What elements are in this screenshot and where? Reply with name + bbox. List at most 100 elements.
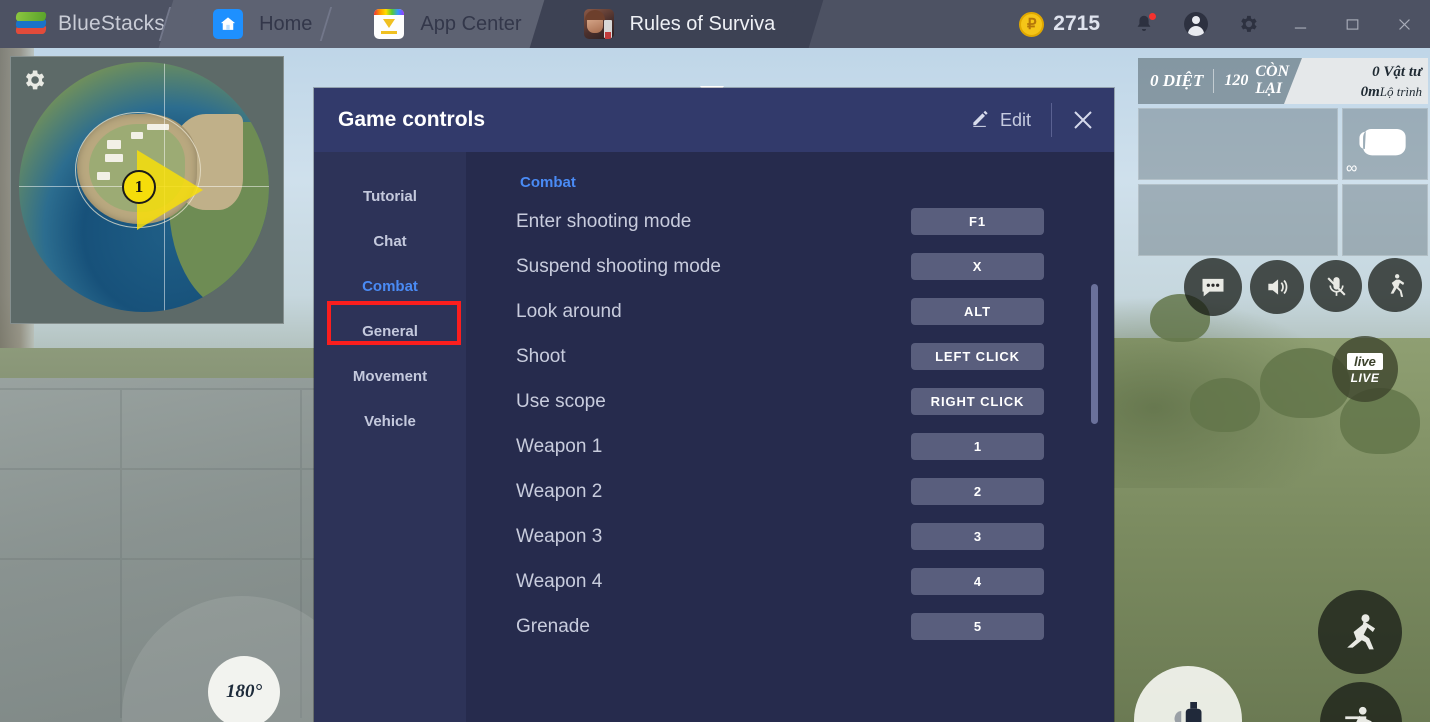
turn-180-label: 180° [225,681,263,702]
dialog-title: Game controls [338,108,486,131]
tab-app-center[interactable]: App Center [320,0,570,48]
grenade-slot[interactable] [1342,184,1428,256]
tab-label: Rules of Surviva [629,12,776,35]
control-label: Use scope [516,390,606,412]
minimap-building [131,132,143,139]
controls-list: Enter shooting mode F1 Suspend shooting m… [514,199,1114,649]
minimap-settings-gear-icon[interactable] [21,67,47,93]
scrollbar-thumb[interactable] [1091,284,1098,424]
rules-of-survival-icon [583,9,614,39]
weapon-slot-primary[interactable] [1138,108,1338,180]
hud-inventory-slots: ∞ [1138,108,1428,263]
keybind-button[interactable]: 4 [911,568,1044,595]
table-row[interactable]: Shoot LEFT CLICK [514,334,1114,379]
maximize-button[interactable] [1326,0,1378,48]
control-label: Weapon 1 [516,435,603,457]
notifications-bell-icon[interactable] [1118,0,1170,48]
control-label: Weapon 3 [516,525,603,547]
table-row[interactable]: Grenade 5 [514,604,1114,649]
minimap-disc: 1 [19,62,269,312]
jump-vault-icon[interactable] [1318,590,1402,674]
scrollbar-track[interactable] [1091,284,1098,644]
table-row[interactable]: Use scope RIGHT CLICK [514,379,1114,424]
sidebar-item-chat[interactable]: Chat [314,219,466,264]
pencil-edit-icon [970,108,990,133]
dialog-actions: Edit [960,88,1114,152]
tab-rules-of-survival[interactable]: Rules of Surviva [529,0,824,48]
minimap-player-marker: 1 [122,170,156,204]
keybind-button[interactable]: 1 [911,433,1044,460]
minimize-button[interactable] [1274,0,1326,48]
control-label: Suspend shooting mode [516,255,721,277]
hud-supply-info: 0 Vật tư 0mLộ trình [1282,62,1422,103]
sidebar-item-tutorial[interactable]: Tutorial [314,174,466,219]
sprint-runner-icon[interactable] [1368,258,1422,312]
keybind-button[interactable]: F1 [911,208,1044,235]
hud-remaining-count: 120 [1224,71,1249,89]
speaker-volume-icon[interactable] [1250,260,1304,314]
brand-label: BlueStacks [58,12,166,35]
keybind-button[interactable]: 3 [911,523,1044,550]
close-icon [1074,111,1092,129]
sidebar-label: Chat [373,233,407,250]
table-row[interactable]: Weapon 2 2 [514,469,1114,514]
keybind-button[interactable]: ALT [911,298,1044,325]
keybind-button[interactable]: RIGHT CLICK [911,388,1044,415]
table-row[interactable]: Weapon 1 1 [514,424,1114,469]
keybind-button[interactable]: 5 [911,613,1044,640]
weapon-slot-secondary[interactable] [1138,184,1338,256]
dialog-content: Combat Enter shooting mode F1 Suspend sho… [466,152,1114,722]
sidebar-item-movement[interactable]: Movement [314,354,466,399]
chat-bubble-icon[interactable] [1184,258,1242,316]
control-label: Weapon 2 [516,480,603,502]
edit-button[interactable]: Edit [960,108,1051,133]
hud-score-bar: 0 DIỆT 120 CÒN LẠI 0 Vật tư 0mLộ trình [1138,58,1428,104]
table-row[interactable]: Weapon 4 4 [514,559,1114,604]
minimap-building [147,124,169,130]
table-row[interactable]: Enter shooting mode F1 [514,199,1114,244]
sidebar-label: Vehicle [364,413,416,430]
live-stream-icon[interactable]: live LIVE [1332,336,1398,402]
dialog-sidebar[interactable]: Tutorial Chat Combat General Movement Ve… [314,152,466,722]
coin-icon: ₽ [1019,11,1045,37]
coin-balance[interactable]: ₽ 2715 [1009,11,1118,37]
fist-icon [1354,116,1412,162]
control-label: Grenade [516,615,590,637]
minimap-building [105,154,123,162]
keybind-button[interactable]: LEFT CLICK [911,343,1044,370]
titlebar-controls: ₽ 2715 [1009,0,1430,48]
close-button[interactable] [1378,0,1430,48]
shrub [1190,378,1260,432]
dialog-body: Tutorial Chat Combat General Movement Ve… [314,152,1114,722]
section-title: Combat [520,174,576,191]
tab-label: App Center [420,12,522,35]
bluestacks-brand: BlueStacks [0,0,179,48]
sidebar-label: Movement [352,368,428,385]
bluestacks-logo-icon [15,11,47,37]
table-row[interactable]: Suspend shooting mode X [514,244,1114,289]
hud-supplies: 0 Vật tư [1372,64,1422,80]
dialog-header: Game controls Edit [314,88,1114,152]
hud-kills: 0 DIỆT [1150,71,1204,90]
minimap[interactable]: 1 [10,56,284,324]
account-avatar-icon[interactable] [1170,0,1222,48]
tab-label: Home [259,12,313,35]
hud-route-label: Lộ trình [1379,84,1422,100]
tab-strip[interactable]: Home App Center Rules of Surviva [158,0,824,48]
microphone-muted-icon[interactable] [1310,260,1362,312]
table-row[interactable]: Look around ALT [514,289,1114,334]
bluestacks-window: 1 0 DIỆT 120 CÒN LẠI 0 Vật tư 0mLộ trình [0,0,1430,722]
keybind-button[interactable]: 2 [911,478,1044,505]
table-row[interactable]: Weapon 3 3 [514,514,1114,559]
tab-home[interactable]: Home [158,0,361,48]
close-dialog-button[interactable] [1052,88,1114,152]
app-center-icon [374,9,405,39]
sidebar-item-vehicle[interactable]: Vehicle [314,399,466,444]
game-controls-dialog[interactable]: Game controls Edit Tutorial Chat Combat [314,88,1114,722]
turn-180-button[interactable]: 180° [208,656,280,722]
minimap-building [97,172,110,180]
settings-gear-icon[interactable] [1222,0,1274,48]
coin-amount: 2715 [1053,12,1100,35]
control-label: Weapon 4 [516,570,603,592]
keybind-button[interactable]: X [911,253,1044,280]
